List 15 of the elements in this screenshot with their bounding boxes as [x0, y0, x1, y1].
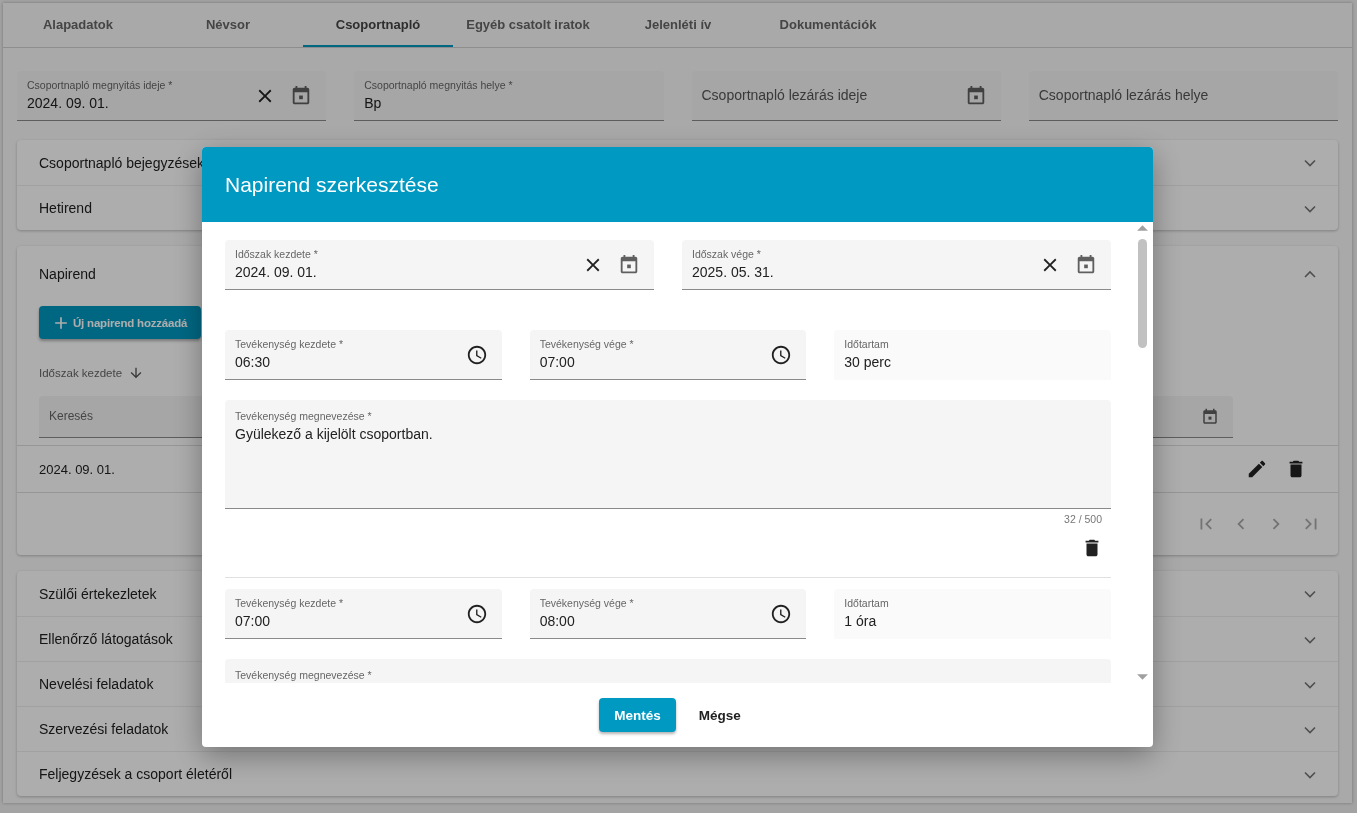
- field-label: Csoportnapló megnyitás ideje *: [27, 78, 174, 92]
- field-label: Csoportnapló megnyitás helye *: [364, 78, 514, 92]
- character-counter: 32 / 500: [1064, 513, 1102, 525]
- dialog-title: Napirend szerkesztése: [225, 172, 439, 197]
- field-label: Tevékenység megnevezése *: [235, 669, 373, 682]
- field-label: Tevékenység vége *: [539, 337, 635, 351]
- field-label: Időszak vége *: [692, 247, 762, 261]
- field-label: Időszak kezdete *: [235, 247, 319, 261]
- field-label: Tevékenység vége *: [539, 596, 635, 610]
- field-label: Időtartam: [844, 338, 890, 351]
- field-label: Tevékenység kezdete *: [235, 596, 344, 610]
- field-label: Időtartam: [844, 597, 890, 610]
- table-cell: 2024. 09. 01.: [39, 461, 115, 477]
- field-label: Tevékenység kezdete *: [235, 337, 344, 351]
- field-label: Tevékenység megnevezése *: [235, 410, 373, 423]
